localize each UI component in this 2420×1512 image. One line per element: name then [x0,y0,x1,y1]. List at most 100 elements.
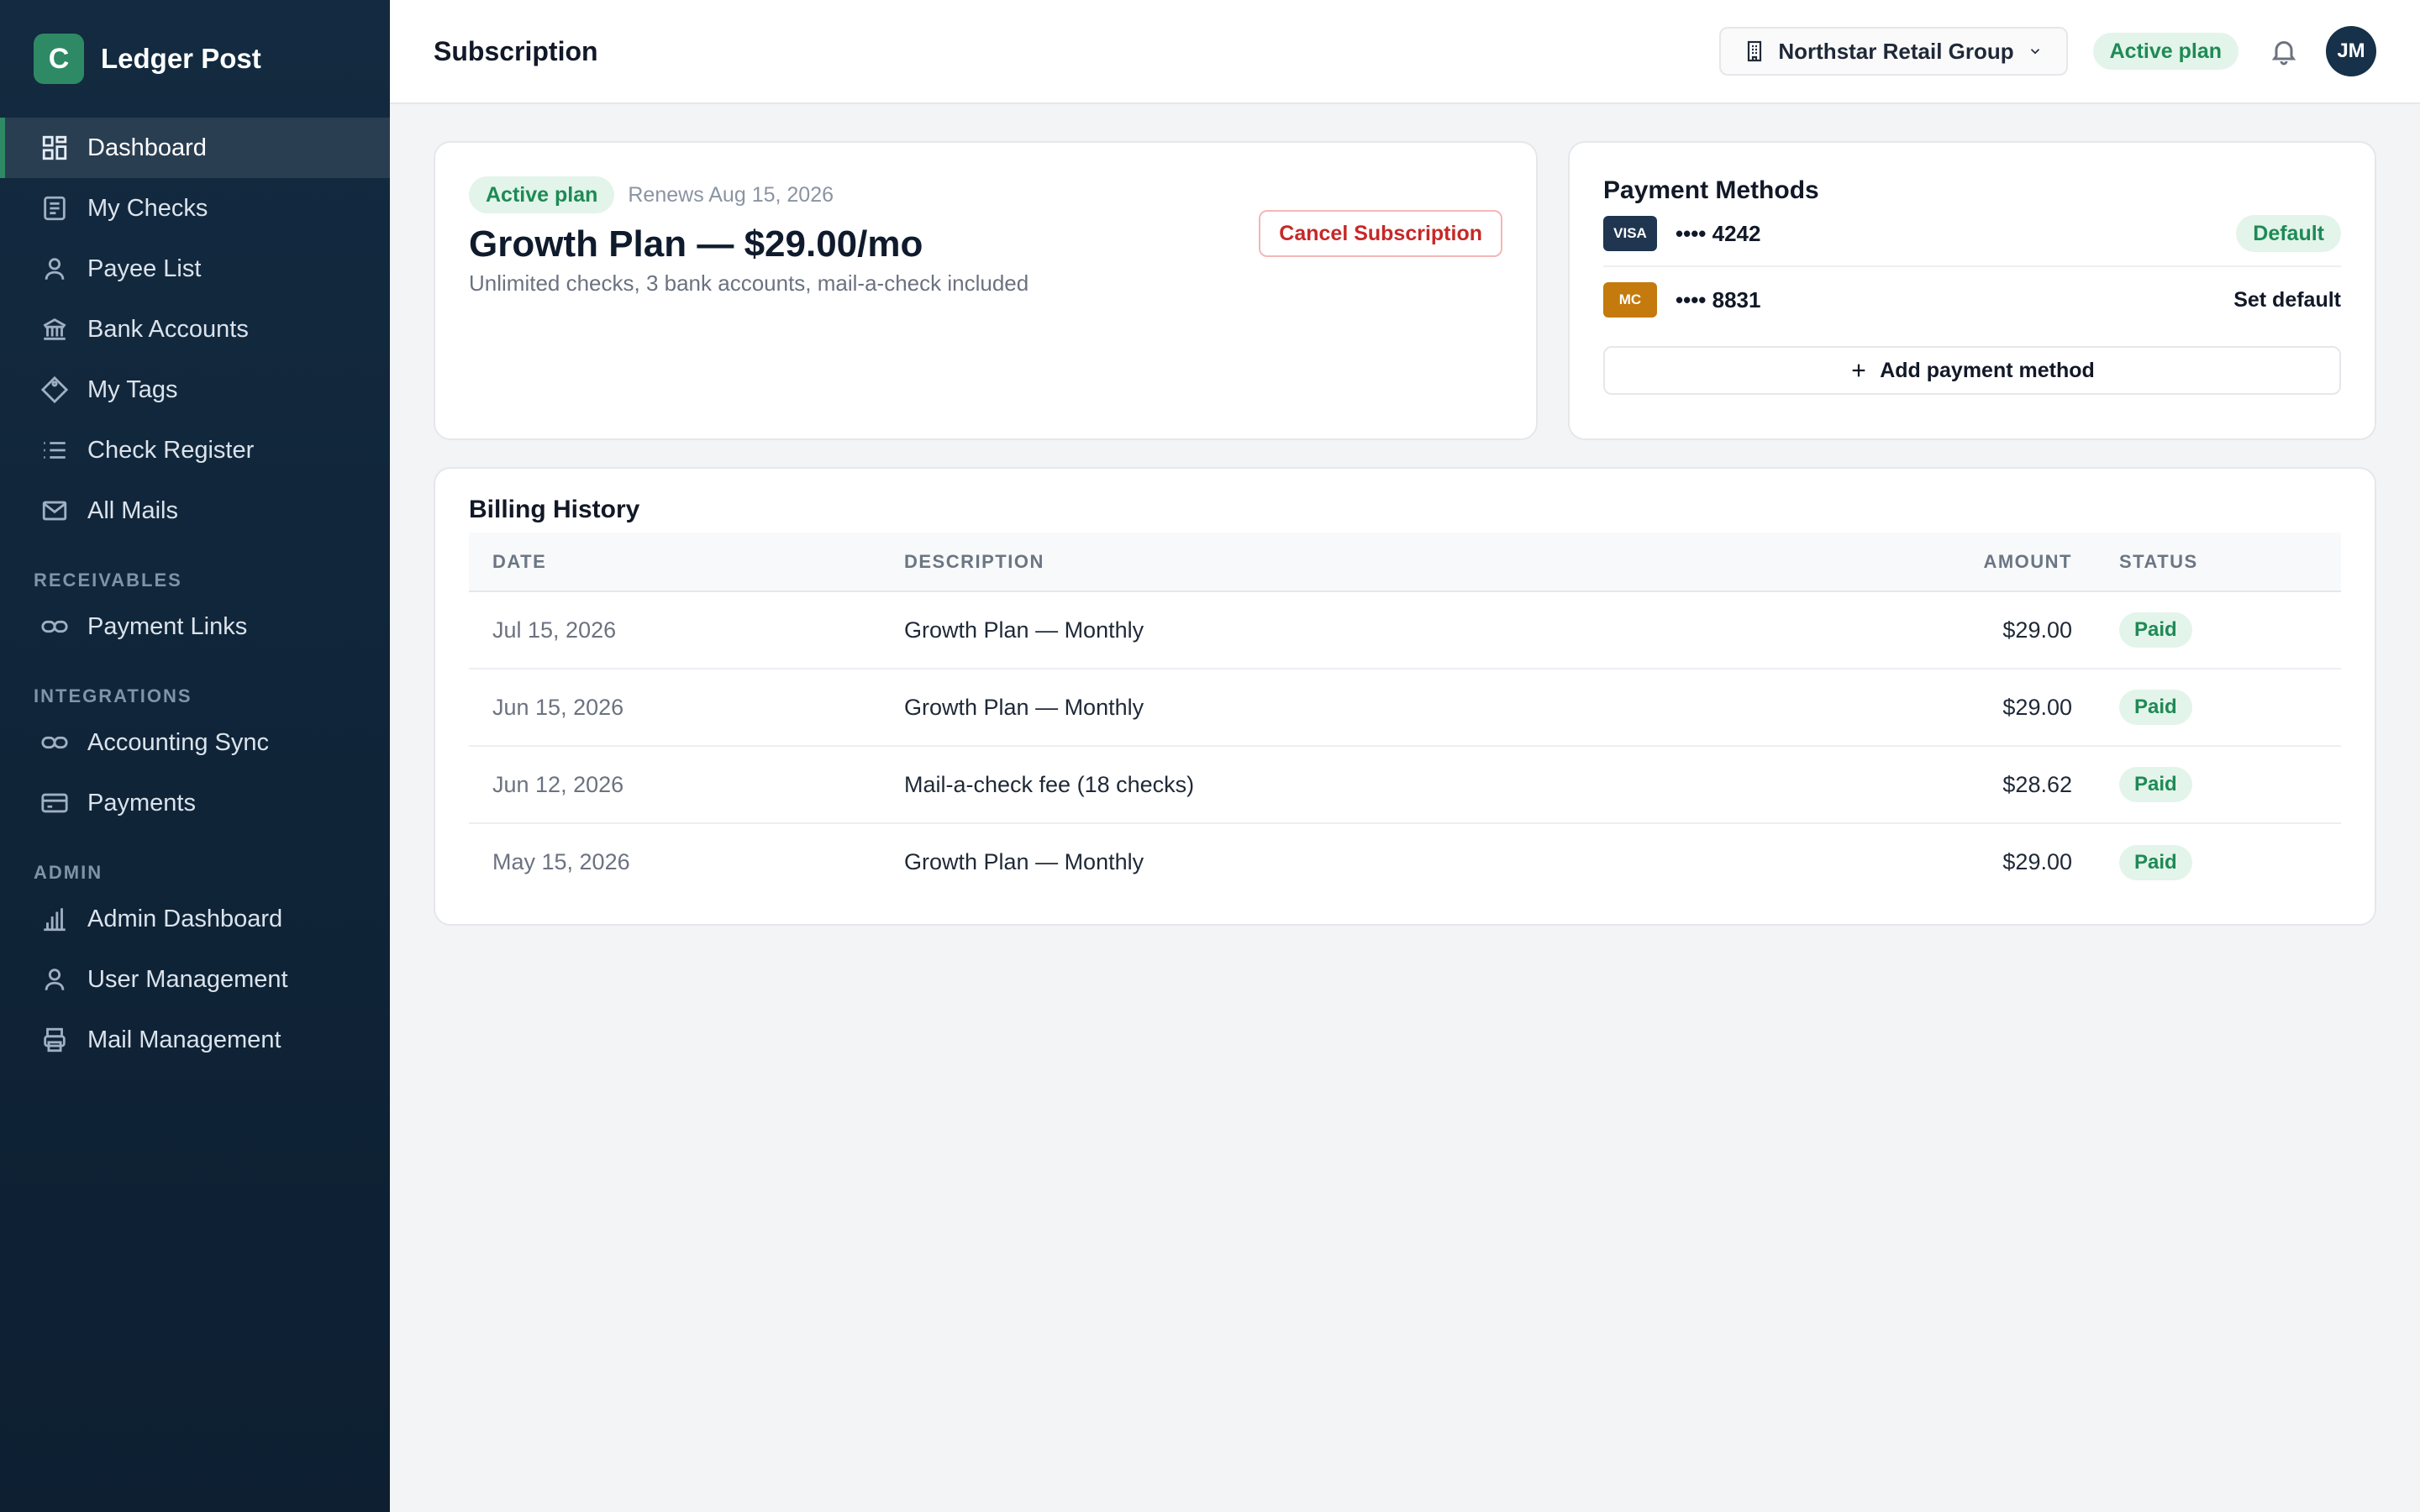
sidebar-item-label: User Management [87,965,288,993]
row-date: Jun 12, 2026 [469,746,904,824]
brand-logo: C [34,34,84,84]
bar-chart-icon [40,905,69,933]
status-badge: Paid [2119,844,2192,880]
table-row[interactable]: Jul 15, 2026 Growth Plan — Monthly $29.0… [469,591,2341,669]
set-default-link[interactable]: Set default [2233,288,2341,312]
status-badge: Paid [2119,690,2192,725]
sidebar-item-label: Check Register [87,436,255,464]
user-icon [40,965,69,994]
sidebar-item-label: Payee List [87,255,202,282]
row-description: Growth Plan — Monthly [904,591,1845,669]
sidebar-item-label: Accounting Sync [87,728,270,756]
mastercard-card-icon: MC [1603,282,1657,318]
brand[interactable]: C Ledger Post [0,0,390,118]
sidebar-item-mail-management[interactable]: Mail Management [0,1010,390,1070]
link-icon [40,612,69,641]
document-icon [40,194,69,223]
billing-table: DATE DESCRIPTION AMOUNT STATUS Jul 15, 2… [469,533,2341,900]
bank-icon [40,315,69,344]
org-selector[interactable]: Northstar Retail Group [1719,27,2068,76]
sidebar-item-payments[interactable]: Payments [0,773,390,833]
sidebar: C Ledger Post Dashboard My Checks Payee … [0,0,390,1512]
sidebar-item-label: Admin Dashboard [87,905,283,932]
add-payment-method-button[interactable]: Add payment method [1603,346,2341,395]
chevron-down-icon [2028,44,2043,59]
sidebar-nav-receivables: Payment Links [0,596,390,657]
sidebar-section-receivables: RECEIVABLES [34,570,182,591]
row-date: Jun 15, 2026 [469,669,904,747]
visa-card-icon: VISA [1603,216,1657,251]
plus-icon [1852,364,1865,377]
add-payment-method-label: Add payment method [1880,358,2095,382]
sidebar-item-my-tags[interactable]: My Tags [0,360,390,420]
sidebar-item-payee-list[interactable]: Payee List [0,239,390,299]
column-header-date: DATE [469,533,904,592]
status-badge: Paid [2119,612,2192,648]
sidebar-nav: Dashboard My Checks Payee List Bank Acco… [0,118,390,541]
payment-method-row[interactable]: MC •••• 8831 Set default [1603,267,2341,333]
list-icon [40,436,69,465]
sidebar-item-user-management[interactable]: User Management [0,949,390,1010]
sidebar-item-label: My Checks [87,194,208,222]
row-amount: $29.00 [1845,591,2119,669]
billing-history-title: Billing History [469,496,640,523]
sidebar-item-label: All Mails [87,496,178,524]
plan-card: Active plan Renews Aug 15, 2026 Growth P… [434,141,1538,440]
sidebar-item-dashboard[interactable]: Dashboard [0,118,390,178]
sidebar-item-check-register[interactable]: Check Register [0,420,390,480]
payment-method-row[interactable]: VISA •••• 4242 Default [1603,202,2341,267]
plan-active-badge: Active plan [469,176,615,213]
row-status: Paid [2119,746,2341,824]
printer-icon [40,1026,69,1054]
row-description: Growth Plan — Monthly [904,849,1144,874]
default-badge: Default [2236,215,2341,252]
sidebar-item-my-checks[interactable]: My Checks [0,178,390,239]
sidebar-item-payment-links[interactable]: Payment Links [0,596,390,657]
sidebar-item-label: Dashboard [87,134,207,161]
sidebar-item-bank-accounts[interactable]: Bank Accounts [0,299,390,360]
row-amount: $29.00 [1845,669,2119,747]
sidebar-item-all-mails[interactable]: All Mails [0,480,390,541]
credit-card-icon [40,789,69,817]
row-description: Growth Plan — Monthly [904,669,1845,747]
link-icon [40,728,69,757]
org-name: Northstar Retail Group [1778,38,2014,64]
column-header-status: STATUS [2119,533,2341,592]
top-header: Subscription Northstar Retail Group Acti… [390,0,2420,104]
card-number: •••• 8831 [1676,286,1761,312]
row-status: Paid [2119,669,2341,747]
row-date: Jul 15, 2026 [469,591,904,669]
sidebar-item-label: Mail Management [87,1026,281,1053]
payment-methods-title: Payment Methods [1603,176,1819,204]
sidebar-item-label: Payment Links [87,612,248,640]
header-actions: Northstar Retail Group Active plan JM [1719,26,2376,76]
mail-icon [40,496,69,525]
building-icon [1744,40,1765,62]
sidebar-item-label: My Tags [87,375,178,403]
sidebar-section-integrations: INTEGRATIONS [34,685,192,706]
page-title: Subscription [434,35,598,66]
sidebar-item-label: Payments [87,789,196,816]
payment-methods-card: Payment Methods VISA •••• 4242 Default M… [1568,141,2376,440]
row-amount: $29.00 [2002,849,2072,874]
table-header-row: DATE DESCRIPTION AMOUNT STATUS [469,533,2341,592]
user-icon [40,255,69,283]
billing-history-card: Billing History DATE DESCRIPTION AMOUNT … [434,467,2376,926]
sidebar-nav-admin: Admin Dashboard User Management Mail Man… [0,889,390,1070]
table-row[interactable]: Jun 12, 2026 Mail-a-check fee (18 checks… [469,746,2341,824]
row-date: May 15, 2026 [492,849,630,874]
row-amount: $28.62 [1845,746,2119,824]
plan-description: Unlimited checks, 3 bank accounts, mail-… [469,270,1029,296]
sidebar-item-admin-dashboard[interactable]: Admin Dashboard [0,889,390,949]
sidebar-item-accounting-sync[interactable]: Accounting Sync [0,712,390,773]
sidebar-nav-integrations: Accounting Sync Payments [0,712,390,833]
table-row[interactable]: May 15, 2026 Growth Plan — Monthly $29.0… [469,823,2341,900]
table-row[interactable]: Jun 15, 2026 Growth Plan — Monthly $29.0… [469,669,2341,747]
row-status: Paid [2119,823,2341,900]
column-header-amount: AMOUNT [1845,533,2119,592]
tag-icon [40,375,69,404]
bell-icon[interactable] [2269,36,2299,66]
cancel-subscription-button[interactable]: Cancel Subscription [1259,210,1502,257]
avatar[interactable]: JM [2326,26,2376,76]
sidebar-item-label: Bank Accounts [87,315,249,343]
